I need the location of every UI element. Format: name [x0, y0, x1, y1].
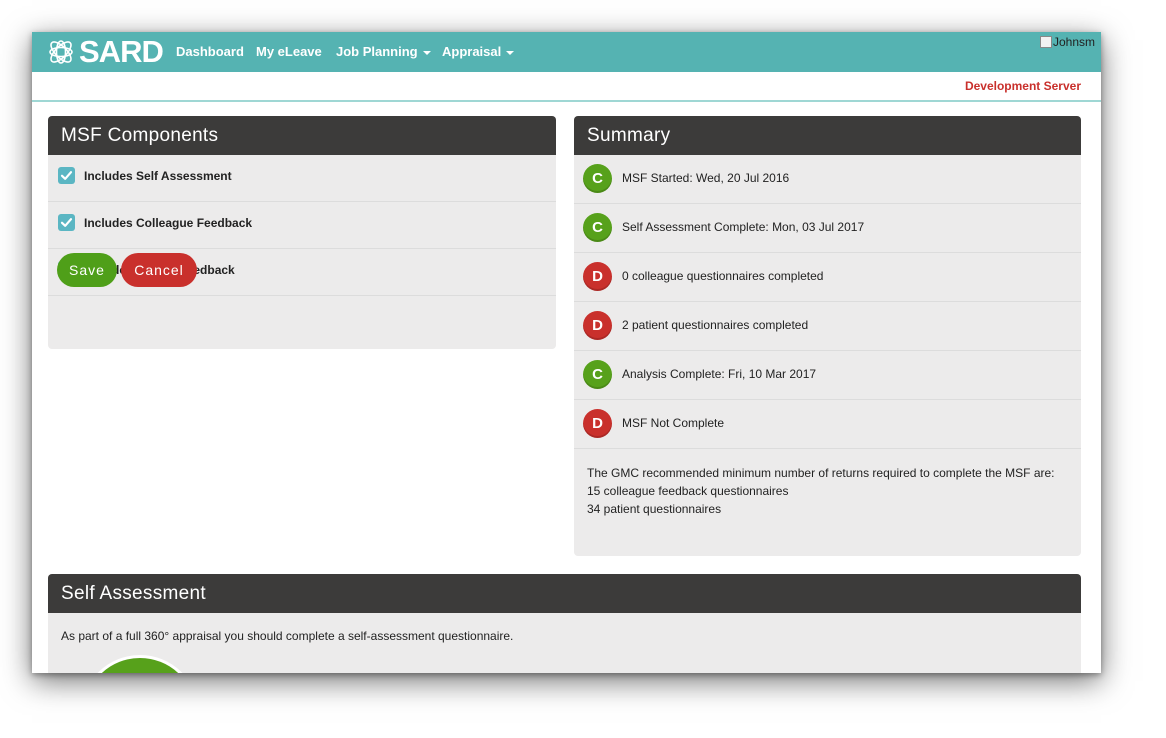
summary-item: D 2 patient questionnaires completed	[574, 302, 1081, 351]
nav-job-planning-label: Job Planning	[336, 44, 418, 59]
environment-bar: Development Server	[32, 72, 1101, 102]
chevron-down-icon	[422, 50, 431, 55]
option-colleague-feedback[interactable]: Includes Colleague Feedback	[48, 202, 556, 249]
checkmark-icon	[60, 218, 73, 227]
cancel-button[interactable]: Cancel	[121, 253, 197, 287]
option-label: Includes Colleague Feedback	[84, 216, 253, 230]
status-complete-badge: C	[583, 360, 612, 389]
nav-dashboard[interactable]: Dashboard	[176, 32, 244, 72]
option-label: Includes Self Assessment	[84, 169, 232, 183]
option-self-assessment[interactable]: Includes Self Assessment	[48, 155, 556, 202]
summary-panel: Summary C MSF Started: Wed, 20 Jul 2016 …	[574, 116, 1081, 556]
nav-job-planning[interactable]: Job Planning	[336, 32, 431, 72]
checkbox-self-assessment[interactable]	[58, 167, 75, 184]
gmc-requirements-note: The GMC recommended minimum number of re…	[574, 449, 1081, 518]
summary-item-text: 0 colleague questionnaires completed	[622, 269, 824, 283]
status-incomplete-badge: D	[583, 262, 612, 291]
summary-item-text: MSF Started: Wed, 20 Jul 2016	[622, 171, 790, 185]
chevron-down-icon	[506, 50, 515, 55]
summary-title: Summary	[574, 116, 1081, 155]
broken-image-icon	[1040, 36, 1052, 48]
summary-item: D MSF Not Complete	[574, 400, 1081, 449]
checkbox-colleague-feedback[interactable]	[58, 214, 75, 231]
dev-server-label: Development Server	[964, 79, 1081, 93]
summary-item: C Self Assessment Complete: Mon, 03 Jul …	[574, 204, 1081, 253]
logo-knot-icon	[49, 40, 73, 64]
self-assessment-panel: Self Assessment As part of a full 360° a…	[48, 574, 1081, 673]
self-assessment-status-circle	[81, 655, 199, 673]
summary-item: C Analysis Complete: Fri, 10 Mar 2017	[574, 351, 1081, 400]
self-assessment-description: As part of a full 360° appraisal you sho…	[61, 629, 514, 643]
summary-item-text: Analysis Complete: Fri, 10 Mar 2017	[622, 367, 817, 381]
top-navbar: SARD Dashboard My eLeave Job Planning Ap…	[32, 32, 1101, 72]
summary-item-text: Self Assessment Complete: Mon, 03 Jul 20…	[622, 220, 865, 234]
msf-components-title: MSF Components	[48, 116, 556, 155]
user-avatar[interactable]: Johnsm	[1040, 35, 1095, 49]
status-complete-badge: C	[583, 213, 612, 242]
msf-components-panel: MSF Components Includes Self Assessment …	[48, 116, 556, 349]
status-incomplete-badge: D	[583, 409, 612, 438]
logo-text: SARD	[79, 34, 164, 69]
save-button[interactable]: Save	[57, 253, 117, 287]
nav-my-eleave-label: My eLeave	[256, 44, 322, 59]
nav-appraisal[interactable]: Appraisal	[442, 32, 515, 72]
status-complete-badge: C	[583, 164, 612, 193]
summary-item-text: MSF Not Complete	[622, 416, 725, 430]
status-incomplete-badge: D	[583, 311, 612, 340]
summary-item-text: 2 patient questionnaires completed	[622, 318, 809, 332]
nav-dashboard-label: Dashboard	[176, 44, 244, 59]
nav-my-eleave[interactable]: My eLeave	[256, 32, 322, 72]
note-line: 15 colleague feedback questionnaires	[587, 484, 789, 498]
summary-item: C MSF Started: Wed, 20 Jul 2016	[574, 155, 1081, 204]
nav-appraisal-label: Appraisal	[442, 44, 502, 59]
note-line: 34 patient questionnaires	[587, 502, 722, 516]
note-line: The GMC recommended minimum number of re…	[587, 466, 1055, 480]
checkmark-icon	[60, 171, 73, 180]
self-assessment-title: Self Assessment	[48, 574, 1081, 613]
summary-item: D 0 colleague questionnaires completed	[574, 253, 1081, 302]
sard-logo[interactable]: SARD	[46, 34, 164, 70]
app-window: SARD Dashboard My eLeave Job Planning Ap…	[32, 32, 1101, 673]
user-avatar-alt: Johnsm	[1053, 35, 1096, 49]
